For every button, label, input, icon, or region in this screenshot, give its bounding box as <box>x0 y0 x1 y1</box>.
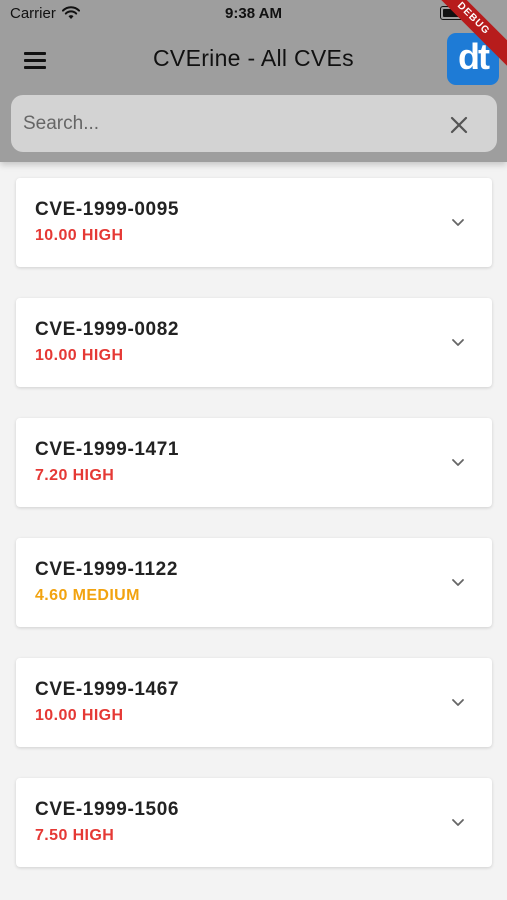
search-bar <box>11 95 497 152</box>
cve-score: 7.20 HIGH <box>35 467 115 484</box>
chevron-down-icon[interactable] <box>450 214 466 230</box>
cve-id: CVE-1999-1122 <box>35 559 179 580</box>
cve-list: CVE-1999-0095 10.00 HIGH CVE-1999-0082 1… <box>16 178 492 898</box>
cve-score: 10.00 HIGH <box>35 707 124 724</box>
cve-id: CVE-1999-1467 <box>35 679 180 700</box>
cve-score: 7.50 HIGH <box>35 827 115 844</box>
cve-id: CVE-1999-0082 <box>35 319 180 340</box>
chevron-down-icon[interactable] <box>450 334 466 350</box>
cve-id: CVE-1999-1506 <box>35 799 180 820</box>
chevron-down-icon[interactable] <box>450 814 466 830</box>
app-header: Carrier 9:38 AM CVErine - All CVEs dt DE… <box>0 0 507 162</box>
status-bar: Carrier 9:38 AM <box>0 0 507 28</box>
cve-card[interactable]: CVE-1999-1122 4.60 MEDIUM <box>16 538 492 627</box>
cve-score: 10.00 HIGH <box>35 347 124 364</box>
status-time: 9:38 AM <box>225 5 282 22</box>
cve-id: CVE-1999-0095 <box>35 199 180 220</box>
chevron-down-icon[interactable] <box>450 454 466 470</box>
cve-card[interactable]: CVE-1999-1467 10.00 HIGH <box>16 658 492 747</box>
cve-id: CVE-1999-1471 <box>35 439 180 460</box>
cve-card[interactable]: CVE-1999-1471 7.20 HIGH <box>16 418 492 507</box>
cve-score: 4.60 MEDIUM <box>35 587 140 604</box>
cve-card[interactable]: CVE-1999-0082 10.00 HIGH <box>16 298 492 387</box>
cve-score: 10.00 HIGH <box>35 227 124 244</box>
search-input[interactable] <box>21 103 425 145</box>
chevron-down-icon[interactable] <box>450 574 466 590</box>
page-title: CVErine - All CVEs <box>153 45 354 71</box>
cve-card[interactable]: CVE-1999-0095 10.00 HIGH <box>16 178 492 267</box>
close-icon[interactable] <box>447 113 471 137</box>
cve-card[interactable]: CVE-1999-1506 7.50 HIGH <box>16 778 492 867</box>
chevron-down-icon[interactable] <box>450 694 466 710</box>
